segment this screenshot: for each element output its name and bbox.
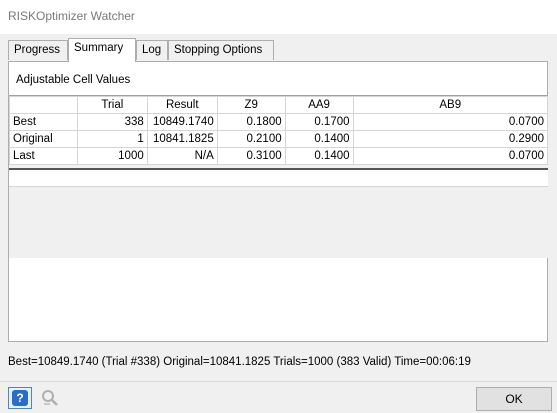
help-button[interactable]: ? (8, 387, 32, 409)
cell-result: 10849.1740 (146, 113, 218, 131)
adjustable-cell-grid: Trial Result Z9 AA9 AB9 Best 338 10849.1… (9, 95, 549, 258)
column-header-result: Result (146, 96, 218, 114)
cell-ab9: 0.0700 (352, 113, 549, 131)
tab-progress[interactable]: Progress (8, 40, 68, 60)
cell-aa9: 0.1400 (284, 130, 354, 148)
grid-empty-row (9, 170, 548, 187)
tab-stopping-options[interactable]: Stopping Options (168, 40, 274, 60)
title-bar: RISKOptimizer Watcher (0, 0, 557, 34)
cell-aa9: 0.1700 (284, 113, 354, 131)
section-label: Adjustable Cell Values (16, 74, 131, 86)
cell-z9: 0.2100 (216, 130, 286, 148)
column-header-ab9: AB9 (352, 96, 549, 114)
footer-divider (0, 381, 557, 382)
cell-result: 10841.1825 (146, 130, 218, 148)
risk-optimizer-watcher-window: RISKOptimizer Watcher Progress Summary L… (0, 0, 557, 413)
column-header (9, 96, 78, 114)
window-title: RISKOptimizer Watcher (8, 9, 135, 23)
cell-aa9: 0.1400 (284, 147, 354, 165)
summary-panel: Adjustable Cell Values Trial Result Z9 A… (8, 61, 549, 342)
tab-summary[interactable]: Summary (68, 38, 136, 62)
magnify-button[interactable] (38, 387, 62, 409)
status-summary: Best=10849.1740 (Trial #338) Original=10… (8, 356, 471, 368)
column-header-trial: Trial (76, 96, 148, 114)
cell-ab9: 0.2900 (352, 130, 549, 148)
row-label: Last (9, 147, 78, 165)
cell-z9: 0.3100 (216, 147, 286, 165)
cell-trial: 1000 (76, 147, 148, 165)
table-row: Original 1 10841.1825 0.2100 0.1400 0.29… (9, 130, 549, 148)
adjustable-cell-table: Trial Result Z9 AA9 AB9 Best 338 10849.1… (9, 96, 549, 165)
row-label: Original (9, 130, 78, 148)
table-row: Last 1000 N/A 0.3100 0.1400 0.0700 (9, 147, 549, 165)
cell-trial: 1 (76, 130, 148, 148)
column-header-z9: Z9 (216, 96, 286, 114)
tab-log[interactable]: Log (136, 40, 168, 60)
cell-ab9: 0.0700 (352, 147, 549, 165)
table-row: Best 338 10849.1740 0.1800 0.1700 0.0700 (9, 113, 549, 131)
table-header-row: Trial Result Z9 AA9 AB9 (9, 96, 549, 114)
help-icon: ? (12, 390, 28, 406)
cell-result: N/A (146, 147, 218, 165)
column-header-aa9: AA9 (284, 96, 354, 114)
cell-trial: 338 (76, 113, 148, 131)
row-label: Best (9, 113, 78, 131)
ok-button[interactable]: OK (476, 387, 552, 411)
cell-z9: 0.1800 (216, 113, 286, 131)
magnify-icon (42, 390, 58, 406)
